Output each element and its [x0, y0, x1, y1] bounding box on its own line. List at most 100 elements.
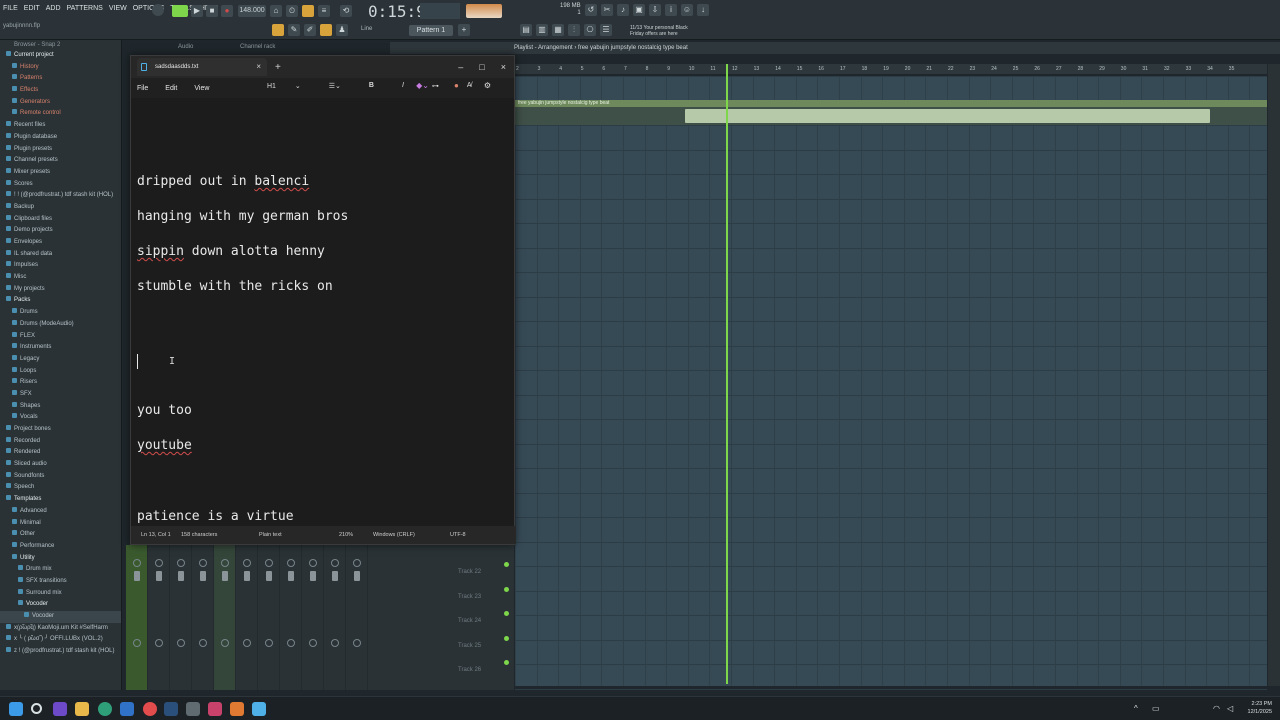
- italic-icon[interactable]: I: [402, 82, 404, 90]
- snap-mode-select[interactable]: Line: [361, 26, 372, 32]
- browser-icon[interactable]: ☰: [600, 24, 612, 36]
- playlist-icon[interactable]: ▤: [520, 24, 532, 36]
- pat-song-toggle-icon[interactable]: [152, 4, 164, 16]
- browser-item[interactable]: Advanced: [0, 506, 121, 518]
- undo-icon[interactable]: ↺: [585, 4, 597, 16]
- browser-item[interactable]: History: [0, 62, 121, 74]
- browser-item[interactable]: Mixer presets: [0, 167, 121, 179]
- browser-item[interactable]: Vocals: [0, 412, 121, 424]
- browser-item[interactable]: ! ! (@prodfrustrat.) tdf stash kit (HOL): [0, 190, 121, 202]
- plugin-icon[interactable]: ⎔: [584, 24, 596, 36]
- mixer-knob[interactable]: [133, 639, 141, 647]
- browser-item[interactable]: Soundfonts: [0, 471, 121, 483]
- mixer-fader[interactable]: [288, 571, 294, 581]
- browser-item[interactable]: Backup: [0, 202, 121, 214]
- browser-item[interactable]: Generators: [0, 97, 121, 109]
- browser-item[interactable]: x ╰ ( ρ̃ωσ̃ ) ╯ OFFI.LUBx (VOL.2): [0, 634, 121, 646]
- browser-item[interactable]: Vocoder: [0, 599, 121, 611]
- snap-icon[interactable]: [272, 24, 284, 36]
- mixer-knob[interactable]: [287, 639, 295, 647]
- copilot-icon[interactable]: ◆⌄: [416, 81, 429, 90]
- track-active-led[interactable]: [504, 660, 509, 665]
- metronome-icon[interactable]: ⌂: [270, 5, 282, 17]
- browser-item[interactable]: Demo projects: [0, 225, 121, 237]
- browser-item[interactable]: Recorded: [0, 436, 121, 448]
- text-format[interactable]: Plain text: [259, 532, 282, 538]
- browser-item[interactable]: Drums (ModeAudio): [0, 319, 121, 331]
- mixer-strip[interactable]: [192, 545, 214, 690]
- mixer-fader[interactable]: [156, 571, 162, 581]
- notepad-editor[interactable]: dripped out in balenci hanging with my g…: [131, 98, 514, 526]
- mixer-strip[interactable]: [126, 545, 148, 690]
- channel-rack-tab[interactable]: Channel rack: [240, 44, 275, 50]
- playhead[interactable]: [726, 64, 728, 684]
- song-mode-button[interactable]: [172, 5, 188, 17]
- mixer-strip[interactable]: [236, 545, 258, 690]
- browser-item[interactable]: Packs: [0, 295, 121, 307]
- fl-menu-edit[interactable]: EDIT: [23, 5, 41, 12]
- browser-item[interactable]: My projects: [0, 284, 121, 296]
- tray-chevron-icon[interactable]: ^: [1134, 704, 1138, 713]
- browser-item[interactable]: Effects: [0, 85, 121, 97]
- audio-tab[interactable]: Audio: [178, 44, 193, 50]
- mixer-strip[interactable]: [258, 545, 280, 690]
- notepad-icon[interactable]: [252, 702, 266, 716]
- wait-input-icon[interactable]: ⏲: [286, 5, 298, 17]
- close-window-icon[interactable]: ×: [501, 62, 506, 72]
- mixer-icon[interactable]: ⫶: [568, 24, 580, 36]
- heading-select[interactable]: H1 ⌄: [267, 82, 301, 90]
- pencil-tool-icon[interactable]: ✎: [288, 24, 300, 36]
- misspelled-word[interactable]: balenci: [254, 174, 309, 189]
- channel-rack-icon[interactable]: ▦: [552, 24, 564, 36]
- brush-tool-icon[interactable]: ✐: [304, 24, 316, 36]
- zoom-level[interactable]: 210%: [339, 532, 353, 538]
- stop-icon[interactable]: ■: [206, 5, 218, 17]
- browser-item[interactable]: Legacy: [0, 354, 121, 366]
- audio-clip-title[interactable]: free yabujin jumpstyle nostalcig type be…: [515, 100, 1267, 107]
- search-icon[interactable]: [31, 703, 42, 714]
- mixer-knob[interactable]: [309, 639, 317, 647]
- mixer-strip[interactable]: [148, 545, 170, 690]
- misspelled-word[interactable]: youtube: [137, 438, 192, 453]
- mixer-knob[interactable]: [353, 639, 361, 647]
- settings-gear-icon[interactable]: ⚙: [484, 81, 491, 90]
- mic-icon[interactable]: ♪: [617, 4, 629, 16]
- menu-file[interactable]: File: [137, 85, 148, 92]
- piano-roll-icon[interactable]: ▥: [536, 24, 548, 36]
- mixer-knob[interactable]: [177, 639, 185, 647]
- track-active-led[interactable]: [504, 635, 509, 641]
- mixer-strip[interactable]: [280, 545, 302, 690]
- render-icon[interactable]: ⇩: [649, 4, 661, 16]
- browser-item[interactable]: Plugin presets: [0, 144, 121, 156]
- fl-studio-icon[interactable]: [230, 702, 244, 716]
- pattern-selector[interactable]: Pattern 1: [409, 25, 453, 36]
- wifi-icon[interactable]: ◠: [1213, 704, 1220, 713]
- mixer-fader[interactable]: [244, 571, 250, 581]
- account-avatar-icon[interactable]: ●: [454, 81, 459, 90]
- maximize-icon[interactable]: □: [479, 62, 484, 72]
- browser-item[interactable]: FLEX: [0, 331, 121, 343]
- app-icon-1[interactable]: [53, 702, 67, 716]
- loop-record-icon[interactable]: ⟲: [340, 5, 352, 17]
- audio-clip[interactable]: [515, 107, 1267, 125]
- mixer-knob[interactable]: [265, 639, 273, 647]
- news-promo[interactable]: 11/13 Your personal Black Friday offers a…: [630, 25, 688, 37]
- track-active-led[interactable]: [504, 611, 509, 616]
- browser-item[interactable]: Impulses: [0, 260, 121, 272]
- list-icon[interactable]: ☰⌄: [329, 82, 341, 90]
- mixer-track-label[interactable]: Track 23: [458, 594, 481, 600]
- download-icon[interactable]: ↓: [697, 4, 709, 16]
- browser-item[interactable]: Surround mix: [0, 588, 121, 600]
- mixer-knob[interactable]: [243, 559, 251, 567]
- fl-menu-add[interactable]: ADD: [45, 5, 62, 12]
- fl-menu-patterns[interactable]: PATTERNS: [66, 5, 104, 12]
- mixer-knob[interactable]: [155, 639, 163, 647]
- close-tab-icon[interactable]: ×: [256, 62, 261, 71]
- info-icon[interactable]: i: [665, 4, 677, 16]
- browser-item[interactable]: Shapes: [0, 401, 121, 413]
- mixer-fader[interactable]: [310, 571, 316, 581]
- browser-item[interactable]: Loops: [0, 366, 121, 378]
- browser-item[interactable]: Drum mix: [0, 564, 121, 576]
- mixer-fader[interactable]: [354, 571, 360, 581]
- fl-menu-view[interactable]: VIEW: [108, 5, 128, 12]
